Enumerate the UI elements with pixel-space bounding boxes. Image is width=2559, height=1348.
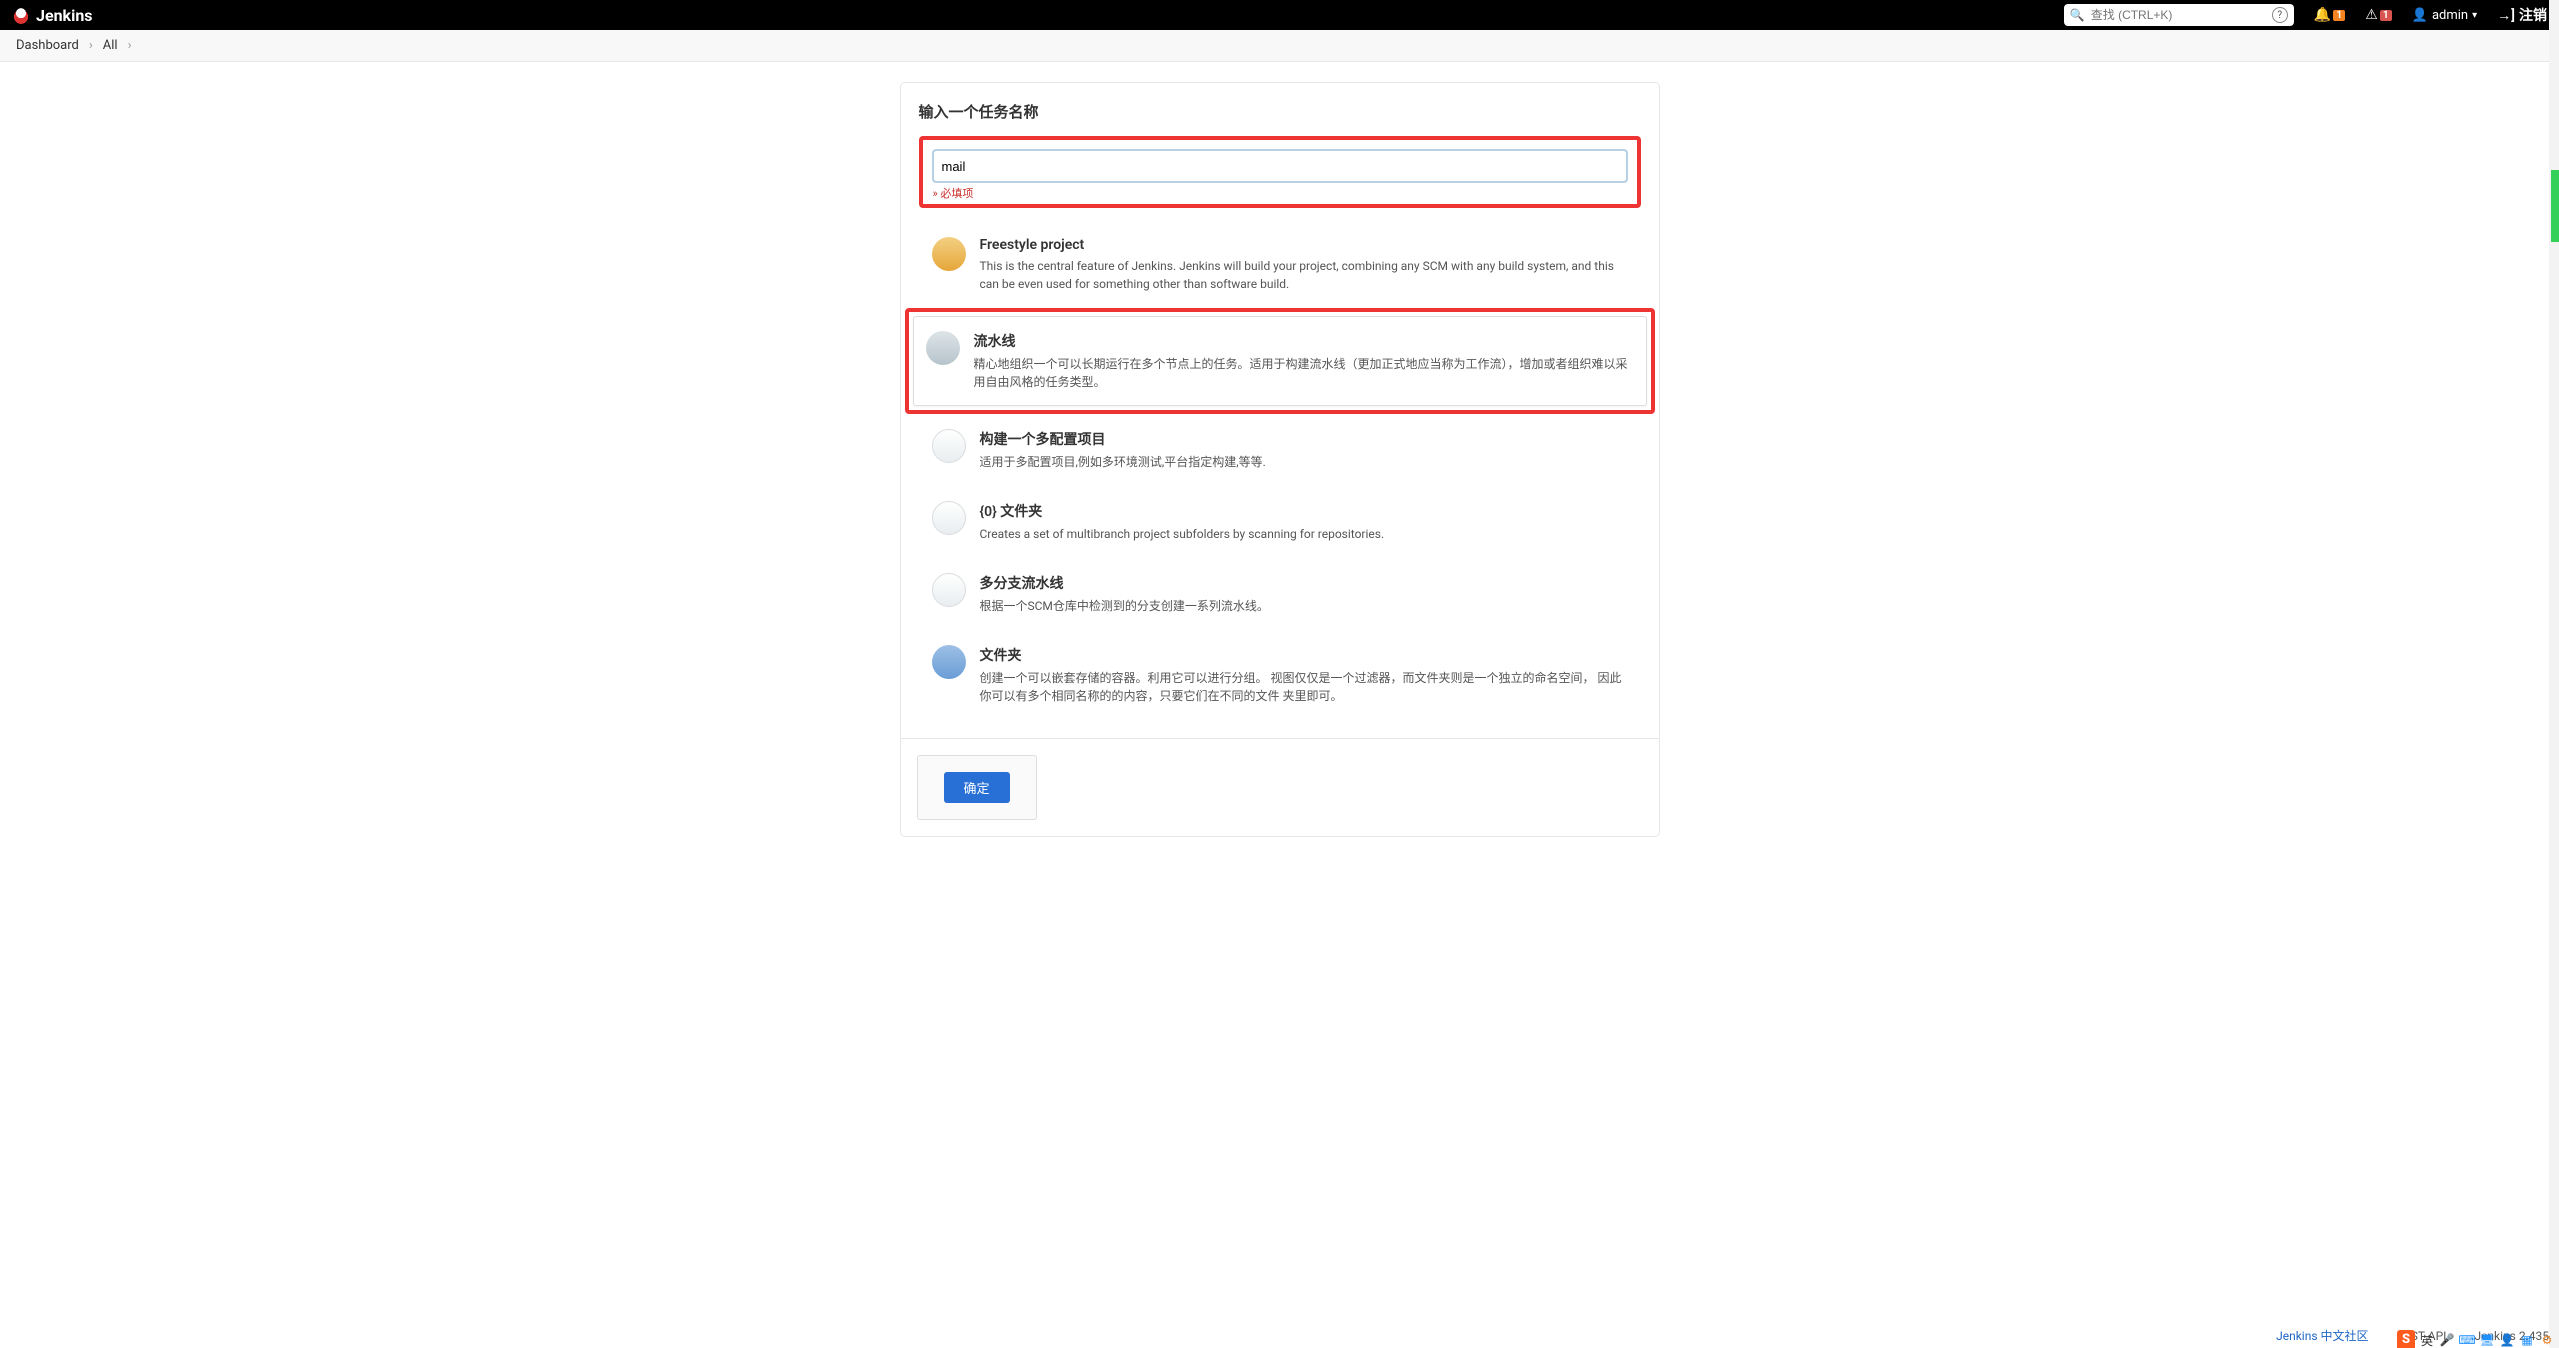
- alert-count-badge: 1: [2380, 10, 2392, 21]
- ime-grid-icon[interactable]: ▦: [2519, 1332, 2535, 1348]
- logout-icon: →]: [2497, 7, 2515, 24]
- item-type-multibranch[interactable]: 多分支流水线根据一个SCM仓库中检测到的分支创建一系列流水线。: [919, 558, 1641, 630]
- item-type-folder[interactable]: 文件夹创建一个可以嵌套存储的容器。利用它可以进行分组。 视图仅仅是一个过滤器，而…: [919, 630, 1641, 720]
- item-type-highlight: 流水线精心地组织一个可以长期运行在多个节点上的任务。适用于构建流水线（更加正式地…: [905, 308, 1655, 414]
- item-type-freestyle[interactable]: Freestyle project This is the central fea…: [919, 222, 1641, 308]
- item-types-list: Freestyle project This is the central fea…: [919, 222, 1641, 720]
- ime-user-icon[interactable]: 👤: [2499, 1332, 2515, 1348]
- card-footer: 确定: [901, 738, 1659, 836]
- ime-settings-icon[interactable]: ⚙: [2539, 1332, 2555, 1348]
- search-box[interactable]: 🔍 ?: [2064, 4, 2294, 26]
- ime-mic-icon[interactable]: 🎤: [2439, 1332, 2455, 1348]
- item-type-desc: 精心地组织一个可以长期运行在多个节点上的任务。适用于构建流水线（更加正式地应当称…: [974, 355, 1634, 391]
- breadcrumb: Dashboard › All ›: [0, 30, 2559, 62]
- brand-label: Jenkins: [36, 6, 93, 25]
- top-header: Jenkins 🔍 ? 🔔 1 ⚠ 1 👤 admin ▾ →] 注销: [0, 0, 2559, 30]
- help-icon[interactable]: ?: [2272, 7, 2288, 23]
- item-type-desc: Creates a set of multibranch project sub…: [980, 525, 1628, 543]
- search-icon: 🔍: [2070, 8, 2085, 22]
- scroll-position-indicator: [2551, 170, 2559, 242]
- ime-lang[interactable]: 英: [2419, 1332, 2435, 1348]
- item-type-title: 多分支流水线: [980, 573, 1628, 593]
- new-item-card: 输入一个任务名称 » 必填项 Freestyle project This is …: [900, 82, 1660, 837]
- pipeline-icon: [926, 331, 960, 365]
- logout-button[interactable]: →] 注销: [2497, 5, 2547, 25]
- freestyle-icon: [932, 237, 966, 271]
- name-input-highlight: » 必填项: [919, 136, 1641, 208]
- bell-icon: 🔔: [2314, 7, 2331, 23]
- jenkins-logo-icon: [12, 6, 30, 24]
- warning-icon: ⚠: [2365, 7, 2378, 23]
- item-type-pipeline[interactable]: 流水线精心地组织一个可以长期运行在多个节点上的任务。适用于构建流水线（更加正式地…: [913, 316, 1647, 406]
- user-icon: 👤: [2412, 8, 2428, 23]
- item-type-orgfolder[interactable]: {0} 文件夹 Creates a set of multibranch proj…: [919, 486, 1641, 558]
- item-type-title: 流水线: [974, 331, 1634, 351]
- item-name-input[interactable]: [933, 150, 1627, 182]
- ok-box: 确定: [917, 755, 1037, 820]
- logout-label: 注销: [2519, 5, 2547, 25]
- multiconfig-icon: [932, 429, 966, 463]
- ime-keyboard-icon[interactable]: ⌨: [2459, 1332, 2475, 1348]
- item-type-desc: 根据一个SCM仓库中检测到的分支创建一系列流水线。: [980, 597, 1628, 615]
- required-note: » 必填项: [933, 185, 1627, 201]
- item-type-multiconfig[interactable]: 构建一个多配置项目适用于多配置项目,例如多环境测试,平台指定构建,等等.: [919, 414, 1641, 486]
- breadcrumb-dashboard[interactable]: Dashboard: [16, 38, 79, 53]
- breadcrumb-all[interactable]: All: [103, 38, 118, 53]
- item-type-desc: This is the central feature of Jenkins. …: [980, 257, 1628, 293]
- ime-badge[interactable]: S: [2397, 1330, 2415, 1348]
- notifications-button[interactable]: 🔔 1: [2314, 7, 2345, 23]
- page-title: 输入一个任务名称: [919, 101, 1641, 122]
- chevron-right-icon: ›: [89, 38, 93, 53]
- ok-button[interactable]: 确定: [944, 772, 1010, 803]
- user-menu[interactable]: 👤 admin ▾: [2412, 8, 2477, 23]
- item-type-title: 构建一个多配置项目: [980, 429, 1628, 449]
- user-name: admin: [2432, 8, 2468, 23]
- alerts-button[interactable]: ⚠ 1: [2365, 7, 2392, 23]
- search-input[interactable]: [2091, 8, 2266, 22]
- chevron-down-icon: ▾: [2472, 10, 2477, 21]
- brand[interactable]: Jenkins: [12, 6, 93, 25]
- item-type-desc: 创建一个可以嵌套存储的容器。利用它可以进行分组。 视图仅仅是一个过滤器，而文件夹…: [980, 669, 1628, 705]
- item-type-title: {0} 文件夹: [980, 501, 1628, 521]
- ime-tray: S 英 🎤 ⌨ 🖥 👤 ▦ ⚙: [2397, 1330, 2555, 1348]
- ime-tool-icon[interactable]: 🖥: [2479, 1332, 2495, 1348]
- item-type-desc: 适用于多配置项目,例如多环境测试,平台指定构建,等等.: [980, 453, 1628, 471]
- footer-community-link[interactable]: Jenkins 中文社区: [2276, 1327, 2368, 1344]
- notification-count-badge: 1: [2333, 10, 2345, 21]
- item-type-title: 文件夹: [980, 645, 1628, 665]
- chevron-right-icon: ›: [128, 38, 132, 53]
- multibranch-icon: [932, 573, 966, 607]
- item-type-title: Freestyle project: [980, 237, 1628, 253]
- orgfolder-icon: [932, 501, 966, 535]
- folder-icon: [932, 645, 966, 679]
